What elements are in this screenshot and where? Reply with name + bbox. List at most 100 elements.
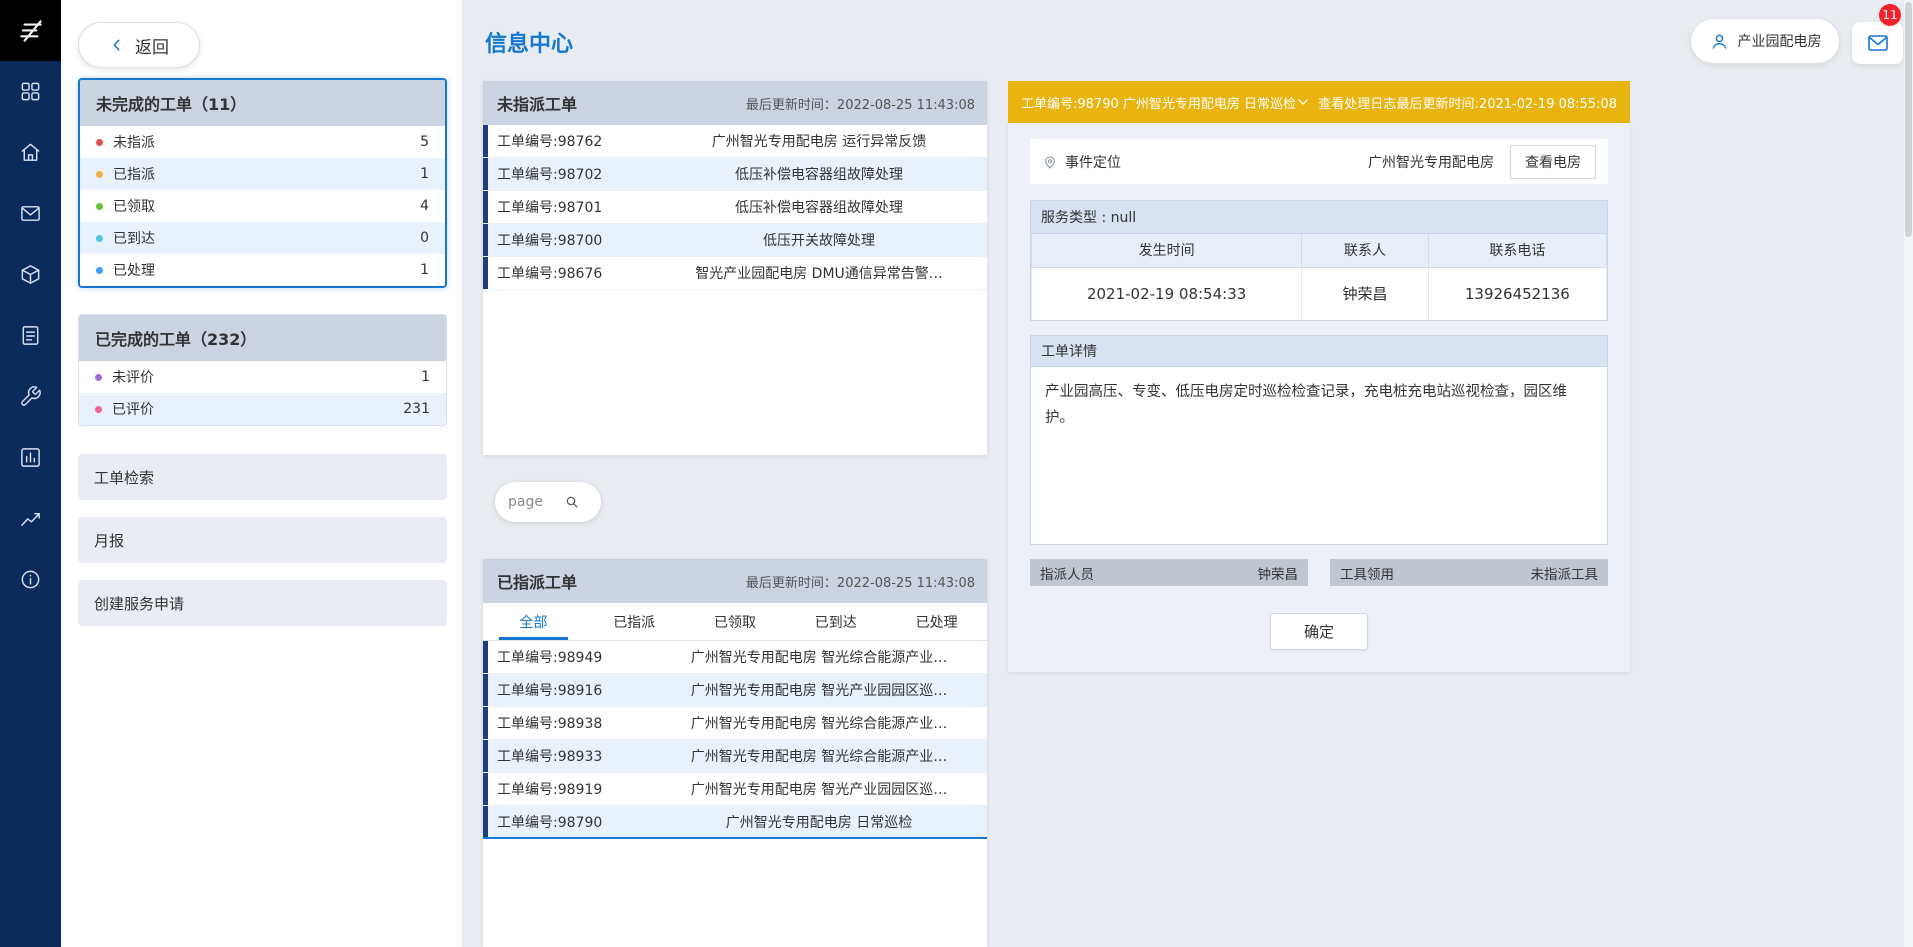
stat-label: 未指派 [113,132,155,152]
work-order-desc: 低压补偿电容器组故障处理 [651,164,987,184]
stat-label: 已指派 [113,164,155,184]
stat-row-unassigned[interactable]: 未指派 5 [80,126,445,158]
sidebar-item-info[interactable] [0,549,61,610]
menu-label: 工单检索 [94,467,154,488]
search-icon [564,494,580,510]
trend-chart-icon [19,507,42,530]
tab-assigned[interactable]: 已指派 [584,603,685,640]
work-order-id: 工单编号:98949 [483,647,651,667]
work-order-row[interactable]: 工单编号:98938 广州智光专用配电房 智光综合能源产业… [483,707,987,740]
brand-logo [0,0,61,61]
assignee-value: 钟荣昌 [1258,563,1299,583]
work-order-desc: 广州智光专用配电房 运行异常反馈 [651,131,987,151]
scrollbar-thumb[interactable] [1905,2,1912,237]
bar-chart-icon [19,446,42,469]
work-order-id: 工单编号:98702 [483,164,651,184]
stat-row-assigned[interactable]: 已指派 1 [80,158,445,190]
col-occurrence-time: 发生时间 [1032,234,1302,267]
work-order-row[interactable]: 工单编号:98916 广州智光专用配电房 智光产业园园区巡… [483,674,987,707]
back-button[interactable]: 返回 [78,22,200,68]
page-search-input[interactable] [508,494,558,510]
stat-row-rated[interactable]: 已评价 231 [79,393,446,425]
work-order-id: 工单编号:98938 [483,713,651,733]
sidebar-item-reports[interactable] [0,427,61,488]
work-order-row[interactable]: 工单编号:98762 广州智光专用配电房 运行异常反馈 [483,125,987,158]
incomplete-orders-body: 未指派 5 已指派 1 已领取 4 已到达 0 [80,126,445,286]
assigned-order-list: 工单编号:98949 广州智光专用配电房 智光综合能源产业… 工单编号:9891… [483,641,987,839]
tab-processed[interactable]: 已处理 [886,603,987,640]
apps-grid-icon [19,80,42,103]
sidebar-item-documents[interactable] [0,305,61,366]
col-contact-phone: 联系电话 [1428,234,1606,267]
occurrence-time-value: 2021-02-19 08:54:33 [1032,267,1302,320]
work-order-row[interactable]: 工单编号:98702 低压补偿电容器组故障处理 [483,158,987,191]
app-root: 返回 未完成的工单（11） 未指派 5 已指派 1 已领取 4 [0,0,1913,947]
stat-row-claimed[interactable]: 已领取 4 [80,190,445,222]
notifications-mail-button[interactable] [1852,22,1903,64]
tab-label: 全部 [519,612,547,632]
current-user-label: 产业园配电房 [1738,31,1822,51]
view-log-label: 查看处理日志 [1318,93,1396,112]
tab-arrived[interactable]: 已到达 [785,603,886,640]
sidebar-item-apps[interactable] [0,61,61,122]
tab-label: 已处理 [916,612,958,632]
work-order-id: 工单编号:98933 [483,746,651,766]
work-order-row-selected[interactable]: 工单编号:98790 广州智光专用配电房 日常巡检 [483,806,987,839]
work-order-id: 工单编号:98700 [483,230,651,250]
status-dot [96,171,103,178]
package-icon [19,263,42,286]
sidebar-item-maintenance[interactable] [0,366,61,427]
status-dot [96,267,103,274]
info-icon [19,568,42,591]
sidebar-item-messages[interactable] [0,183,61,244]
sidebar-item-analytics[interactable] [0,488,61,549]
menu-item-monthly-report[interactable]: 月报 [78,517,447,563]
user-icon [1709,31,1730,52]
work-order-desc: 低压开关故障处理 [651,230,987,250]
assigned-orders-panel: 已指派工单 最后更新时间：2022-08-25 11:43:08 全部 已指派 … [483,559,987,947]
menu-item-create-service-request[interactable]: 创建服务申请 [78,580,447,626]
stat-row-processed[interactable]: 已处理 1 [80,254,445,286]
page-scrollbar [1904,0,1913,947]
work-order-desc: 广州智光专用配电房 智光综合能源产业… [651,713,987,733]
view-power-room-button[interactable]: 查看电房 [1510,145,1596,179]
work-order-row[interactable]: 工单编号:98701 低压补偿电容器组故障处理 [483,191,987,224]
work-order-row[interactable]: 工单编号:98919 广州智光专用配电房 智光产业园园区巡… [483,773,987,806]
current-user-button[interactable]: 产业园配电房 [1690,18,1840,64]
incomplete-orders-card[interactable]: 未完成的工单（11） 未指派 5 已指派 1 已领取 4 [78,78,447,288]
work-order-row[interactable]: 工单编号:98700 低压开关故障处理 [483,224,987,257]
status-dot [96,203,103,210]
wrench-icon [19,385,42,408]
stat-row-unrated[interactable]: 未评价 1 [79,361,446,393]
page-search[interactable] [495,482,601,522]
event-location-label: 事件定位 [1065,152,1121,172]
tools-bar[interactable]: 工具领用 未指派工具 [1330,559,1608,586]
sidebar-item-assets[interactable] [0,244,61,305]
work-order-row[interactable]: 工单编号:98676 智光产业园配电房 DMU通信异常告警… [483,257,987,290]
work-order-row[interactable]: 工单编号:98933 广州智光专用配电房 智光综合能源产业… [483,740,987,773]
stat-count: 1 [421,369,430,385]
tab-claimed[interactable]: 已领取 [685,603,786,640]
work-order-desc: 广州智光专用配电房 智光综合能源产业… [651,647,987,667]
completed-orders-title: 已完成的工单（232） [79,315,446,361]
completed-orders-card[interactable]: 已完成的工单（232） 未评价 1 已评价 231 [78,314,447,426]
menu-item-order-search[interactable]: 工单检索 [78,454,447,500]
stat-count: 0 [420,230,429,246]
stat-count: 1 [420,262,429,278]
detail-footer-bars: 指派人员 钟荣昌 工具领用 未指派工具 [1030,559,1608,586]
view-log-link[interactable]: 查看处理日志 [1296,93,1396,112]
stat-row-arrived[interactable]: 已到达 0 [80,222,445,254]
assignee-bar[interactable]: 指派人员 钟荣昌 [1030,559,1308,586]
work-order-row[interactable]: 工单编号:98949 广州智光专用配电房 智光综合能源产业… [483,641,987,674]
unassigned-order-list: 工单编号:98762 广州智光专用配电房 运行异常反馈 工单编号:98702 低… [483,125,987,290]
mail-icon [19,202,42,225]
unread-count-badge: 11 [1879,4,1901,26]
tools-value: 未指派工具 [1531,563,1599,583]
stat-label: 已领取 [113,196,155,216]
status-dot [96,139,103,146]
detail-order-title: 工单编号:98790 广州智光专用配电房 日常巡检 [1021,93,1296,112]
confirm-button[interactable]: 确定 [1270,613,1368,650]
event-location-row: 事件定位 广州智光专用配电房 查看电房 [1030,139,1608,184]
sidebar-item-home[interactable] [0,122,61,183]
tab-all[interactable]: 全部 [483,603,584,640]
